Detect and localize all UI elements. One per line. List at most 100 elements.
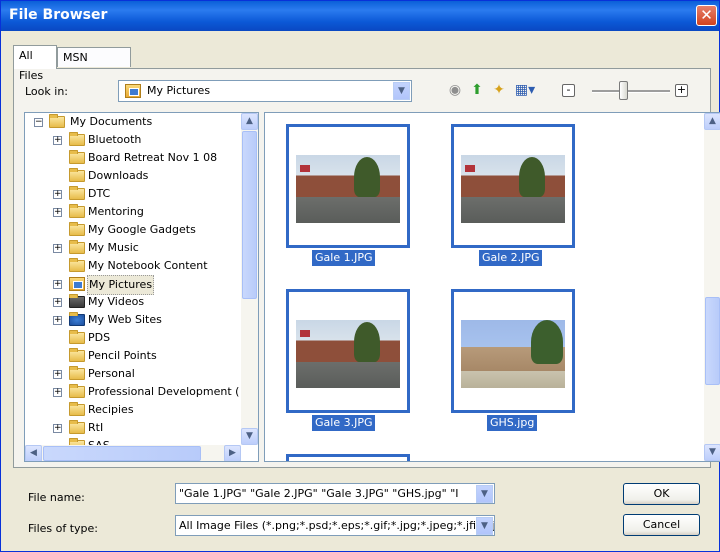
scroll-left-icon[interactable]: ◀ xyxy=(25,445,42,461)
file-name-input[interactable]: "Gale 1.JPG" "Gale 2.JPG" "Gale 3.JPG" "… xyxy=(175,483,495,504)
video-folder-icon xyxy=(69,294,85,308)
tree-item-label: My Google Gadgets xyxy=(88,223,196,236)
photo-thumbnail xyxy=(461,155,565,223)
expand-icon[interactable]: + xyxy=(53,244,62,253)
folder-icon xyxy=(69,168,85,182)
tree-item-label: My Pictures xyxy=(87,275,155,295)
expand-icon[interactable]: + xyxy=(53,298,62,307)
expand-icon[interactable]: + xyxy=(53,280,62,289)
folder-icon xyxy=(69,204,85,218)
expand-icon[interactable]: + xyxy=(53,388,62,397)
scroll-up-icon[interactable]: ▲ xyxy=(241,113,258,130)
close-icon: ✕ xyxy=(700,6,713,24)
zoom-in-button[interactable]: + xyxy=(675,84,688,97)
expand-icon[interactable]: + xyxy=(53,190,62,199)
photo-thumbnail xyxy=(461,320,565,388)
tree-item-label: Downloads xyxy=(88,169,149,182)
window-title: File Browser xyxy=(9,7,108,23)
tab-msn-groups[interactable]: MSN Groups xyxy=(57,47,131,84)
file-name-label[interactable]: Gale 1.JPG xyxy=(312,250,376,266)
tree-item-label: DTC xyxy=(88,187,111,200)
my-pictures-icon xyxy=(125,84,141,98)
folder-icon xyxy=(69,402,85,416)
expand-icon[interactable]: + xyxy=(53,424,62,433)
folder-icon xyxy=(69,384,85,398)
back-icon[interactable]: ◉ xyxy=(446,81,464,99)
files-vertical-scrollbar[interactable]: ▲ ▼ xyxy=(704,113,720,461)
cancel-button[interactable]: Cancel xyxy=(623,514,700,536)
file-thumbnail[interactable] xyxy=(286,124,410,248)
file-thumbnail[interactable] xyxy=(286,289,410,413)
tree-item-label: My Music xyxy=(88,241,139,254)
tree-item-label: My Web Sites xyxy=(88,313,162,326)
tree-item-label: Bluetooth xyxy=(88,133,142,146)
file-browser-window: File Browser ✕ All Files MSN Groups Look… xyxy=(0,0,720,552)
folder-tree: − My Documents + Bluetooth Board Retreat … xyxy=(24,112,259,462)
photo-thumbnail xyxy=(296,155,400,223)
file-thumbnail-partial[interactable] xyxy=(286,454,410,461)
ok-button[interactable]: OK xyxy=(623,483,700,505)
collapse-icon[interactable]: − xyxy=(34,118,43,127)
folder-icon xyxy=(69,186,85,200)
tree-item-label: My Videos xyxy=(88,295,145,308)
tree-item-label: Personal xyxy=(88,367,135,380)
folder-icon xyxy=(69,150,85,164)
new-folder-icon[interactable]: ✦ xyxy=(490,81,508,99)
zoom-slider-track[interactable] xyxy=(592,90,670,93)
web-sites-icon xyxy=(69,312,85,326)
look-in-combo[interactable]: My Pictures ▼ xyxy=(118,80,412,102)
files-of-type-label: Files of type: xyxy=(28,522,99,535)
zoom-slider-thumb[interactable] xyxy=(618,81,628,100)
tree-item-label: PDS xyxy=(88,331,111,344)
folder-icon xyxy=(49,114,65,128)
scroll-down-icon[interactable]: ▼ xyxy=(704,444,720,461)
file-name-label: File name: xyxy=(28,491,85,504)
file-list: Gale 1.JPG Gale 2.JPG Gale 3.JPG GHS.jpg… xyxy=(264,112,720,462)
expand-icon[interactable]: + xyxy=(53,208,62,217)
file-name-label[interactable]: Gale 3.JPG xyxy=(312,415,376,431)
file-thumbnail[interactable] xyxy=(451,289,575,413)
scroll-thumb[interactable] xyxy=(43,446,201,461)
tree-item-label: Board Retreat Nov 1 08 xyxy=(88,151,218,164)
look-in-value: My Pictures xyxy=(147,84,211,97)
tree-item-label: My Documents xyxy=(70,115,153,128)
expand-icon[interactable]: + xyxy=(53,136,62,145)
expand-icon[interactable]: + xyxy=(53,370,62,379)
file-thumbnail[interactable] xyxy=(451,124,575,248)
pictures-folder-icon xyxy=(69,277,85,291)
file-name-value: "Gale 1.JPG" "Gale 2.JPG" "Gale 3.JPG" "… xyxy=(179,487,459,500)
tree-horizontal-scrollbar[interactable]: ◀ ▶ xyxy=(25,445,241,461)
views-menu-icon[interactable]: ▦▾ xyxy=(512,81,538,99)
folder-icon xyxy=(69,222,85,236)
scroll-thumb[interactable] xyxy=(242,131,257,299)
scroll-thumb[interactable] xyxy=(705,297,720,385)
folder-icon xyxy=(69,330,85,344)
tree-vertical-scrollbar[interactable]: ▲ ▼ xyxy=(241,113,258,445)
scroll-up-icon[interactable]: ▲ xyxy=(704,113,720,130)
tree-item-label: Mentoring xyxy=(88,205,144,218)
scroll-right-icon[interactable]: ▶ xyxy=(224,445,241,461)
expand-icon[interactable]: + xyxy=(53,316,62,325)
up-folder-icon[interactable]: ⬆ xyxy=(468,81,486,99)
file-name-label[interactable]: Gale 2.JPG xyxy=(479,250,543,266)
chevron-down-icon[interactable]: ▼ xyxy=(476,485,493,503)
tree-item-label: Recipies xyxy=(88,403,134,416)
zoom-out-button[interactable]: - xyxy=(562,84,575,97)
tree-item-label: Professional Development ( xyxy=(88,385,240,398)
chevron-down-icon[interactable]: ▼ xyxy=(393,82,410,100)
tab-all-files[interactable]: All Files xyxy=(13,45,57,82)
chevron-down-icon[interactable]: ▼ xyxy=(476,517,493,535)
music-folder-icon xyxy=(69,240,85,254)
folder-icon xyxy=(69,348,85,362)
folder-icon xyxy=(69,258,85,272)
title-bar[interactable]: File Browser ✕ xyxy=(1,1,719,31)
tree-item-label: Pencil Points xyxy=(88,349,157,362)
folder-icon xyxy=(69,132,85,146)
close-button[interactable]: ✕ xyxy=(696,5,717,26)
tree-item-label: RtI xyxy=(88,421,104,434)
files-of-type-select[interactable]: All Image Files (*.png;*.psd;*.eps;*.gif… xyxy=(175,515,495,536)
tree-item-label: My Notebook Content xyxy=(88,259,208,272)
file-name-label[interactable]: GHS.jpg xyxy=(487,415,538,431)
look-in-label: Look in: xyxy=(25,85,68,98)
scroll-down-icon[interactable]: ▼ xyxy=(241,428,258,445)
